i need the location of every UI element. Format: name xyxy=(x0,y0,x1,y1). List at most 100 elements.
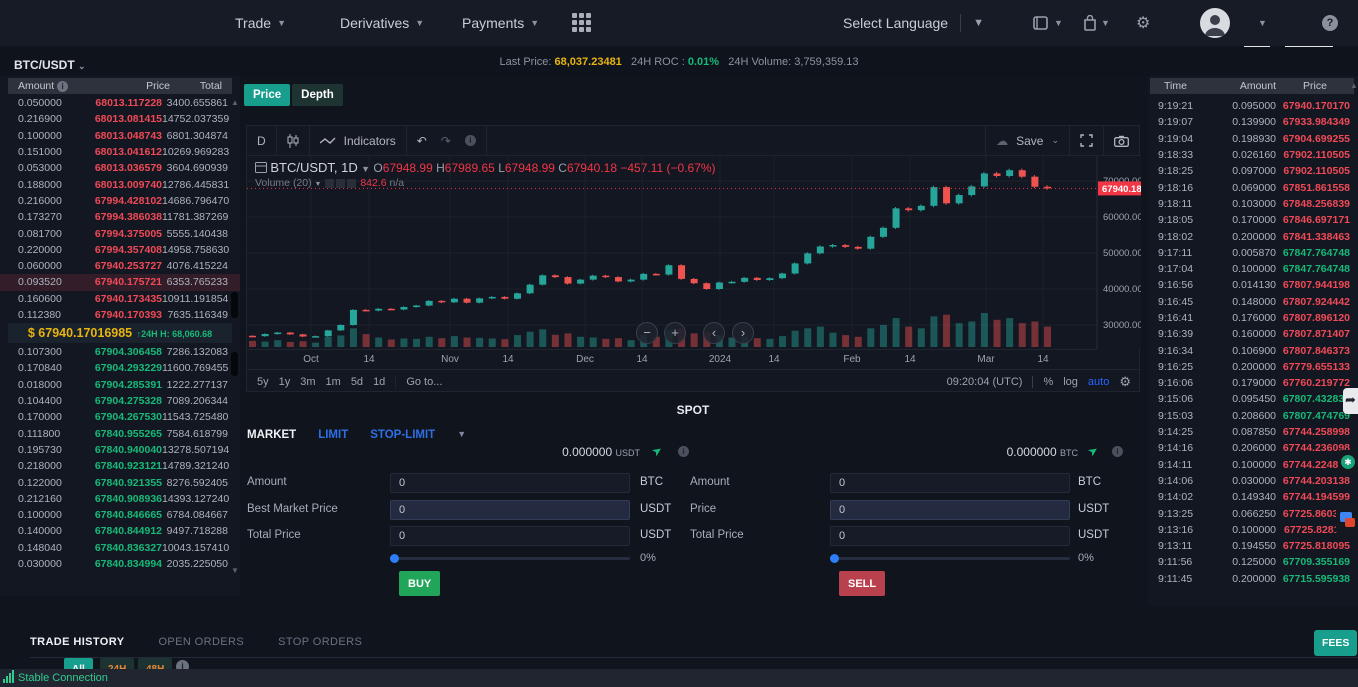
zoom-in-button[interactable]: + xyxy=(664,322,686,344)
auto-scale-button[interactable]: auto xyxy=(1088,376,1109,388)
order-book-row[interactable]: 0.10440067904.2753287089.206344 xyxy=(0,393,240,409)
range-1d-button[interactable]: 1d xyxy=(373,376,385,388)
log-scale-button[interactable]: log xyxy=(1063,376,1078,388)
current-price-banner[interactable]: $ 67940.17016985 ↑24H H: 68,060.68 xyxy=(8,323,232,343)
order-book-row[interactable]: 0.10000068013.0487436801.304874 xyxy=(0,128,240,144)
goto-button[interactable]: Go to... xyxy=(395,376,452,388)
range-5d-button[interactable]: 5d xyxy=(351,376,363,388)
trade-history-row[interactable]: 9:16:250.200000 67779.655133 xyxy=(1150,359,1354,375)
tab-depth[interactable]: Depth xyxy=(292,84,343,106)
order-book-row[interactable]: 0.03000067840.8349942035.225050 xyxy=(0,556,240,572)
scroll-right-button[interactable]: › xyxy=(732,322,754,344)
range-1m-button[interactable]: 1m xyxy=(326,376,341,388)
trade-history-row[interactable]: 9:14:110.100000 67744.224817 xyxy=(1150,457,1354,473)
nav-menu-derivatives[interactable]: Derivatives ▼ xyxy=(340,0,424,46)
trade-history-row[interactable]: 9:16:560.014130 67807.944198 xyxy=(1150,277,1354,293)
trade-history-row[interactable]: 9:17:110.005870 67847.764748 xyxy=(1150,245,1354,261)
info-icon[interactable]: i xyxy=(678,446,689,457)
redo-icon[interactable]: ↷ xyxy=(441,134,451,148)
price-input[interactable] xyxy=(830,500,1070,520)
clock[interactable]: 09:20:04 (UTC) xyxy=(947,376,1023,388)
trade-history-row[interactable]: 9:11:560.125000 67709.355169 xyxy=(1150,554,1354,570)
trade-history-row[interactable]: 9:11:450.200000 67715.595938 xyxy=(1150,571,1354,587)
trade-history-row[interactable]: 9:19:210.095000 67940.170170 xyxy=(1150,98,1354,114)
orders-menu[interactable]: ▼ xyxy=(1083,0,1110,46)
tab-stop-limit[interactable]: STOP-LIMIT xyxy=(370,429,435,441)
trade-history-row[interactable]: 9:18:020.200000 67841.338463 xyxy=(1150,228,1354,244)
trade-history-row[interactable]: 9:14:060.030000 67744.203138 xyxy=(1150,473,1354,489)
trade-history-row[interactable]: 9:13:160.100000 67725.828111 xyxy=(1150,522,1354,538)
order-book-row[interactable]: 0.10000067840.8466656784.084667 xyxy=(0,507,240,523)
chart-canvas[interactable]: 70000.0060000.0050000.0040000.0030000.00… xyxy=(247,156,1141,349)
nav-menu-trade[interactable]: Trade ▼ xyxy=(235,0,286,46)
candle-style-button[interactable] xyxy=(277,126,310,155)
order-book-row[interactable]: 0.09352067940.1757216353.765233 xyxy=(0,274,240,290)
avatar[interactable] xyxy=(1200,8,1230,38)
range-3m-button[interactable]: 3m xyxy=(300,376,315,388)
order-book-row[interactable]: 0.19573067840.94004013278.507194 xyxy=(0,442,240,458)
order-book-row[interactable]: 0.18800068013.00974012786.445831 xyxy=(0,176,240,192)
order-book-row[interactable]: 0.22000067994.35740814958.758630 xyxy=(0,242,240,258)
sell-button[interactable]: SELL xyxy=(839,571,885,596)
gear-icon[interactable]: ⚙ xyxy=(1119,374,1131,390)
tab-price[interactable]: Price xyxy=(244,84,290,106)
percent-slider[interactable] xyxy=(830,553,1070,563)
assistant-widget[interactable]: ✱ xyxy=(1338,450,1358,473)
scroll-left-button[interactable]: ‹ xyxy=(703,322,725,344)
order-book-row[interactable]: 0.10730067904.3064587286.132083 xyxy=(0,344,240,360)
order-book-row[interactable]: 0.05000068013.1172283400.655861 xyxy=(0,95,240,111)
order-book-row[interactable]: 0.14804067840.83632710043.157410 xyxy=(0,540,240,556)
tab-trade-history[interactable]: TRADE HISTORY xyxy=(30,636,124,648)
chat-widget[interactable] xyxy=(1336,505,1358,535)
order-book-row[interactable]: 0.16060067940.17343510911.191854 xyxy=(0,291,240,307)
trade-history-row[interactable]: 9:16:390.160000 67807.871407 xyxy=(1150,326,1354,342)
trade-history-row[interactable]: 9:14:160.206000 67744.236098 xyxy=(1150,440,1354,456)
info-icon[interactable]: i xyxy=(465,135,476,146)
trade-history-row[interactable]: 9:16:060.179000 67760.219772 xyxy=(1150,375,1354,391)
tab-market[interactable]: MARKET xyxy=(247,429,296,441)
total-price-input[interactable] xyxy=(390,526,630,546)
order-book-row[interactable]: 0.17084067904.29322911600.769455 xyxy=(0,360,240,376)
snapshot-button[interactable] xyxy=(1103,126,1139,155)
language-selector[interactable]: Select Language ▼ xyxy=(843,0,984,46)
indicators-button[interactable]: Indicators xyxy=(310,126,407,155)
fullscreen-button[interactable] xyxy=(1069,126,1103,155)
order-book-row[interactable]: 0.14000067840.8449129497.718288 xyxy=(0,523,240,539)
amount-input[interactable] xyxy=(830,473,1070,493)
order-book-row[interactable]: 0.21600067994.42810214686.796470 xyxy=(0,193,240,209)
fees-button[interactable]: FEES xyxy=(1314,630,1357,656)
trade-history-row[interactable]: 9:14:020.149340 67744.194599 xyxy=(1150,489,1354,505)
trade-history-row[interactable]: 9:19:040.198930 67904.699255 xyxy=(1150,131,1354,147)
nav-menu-payments[interactable]: Payments ▼ xyxy=(462,0,539,46)
trade-history-row[interactable]: 9:14:250.087850 67744.258998 xyxy=(1150,424,1354,440)
order-book-row[interactable]: 0.21800067840.92312114789.321240 xyxy=(0,458,240,474)
buy-button[interactable]: BUY xyxy=(399,571,440,596)
trade-history-row[interactable]: 9:18:160.069000 67851.861558 xyxy=(1150,179,1354,195)
order-book-row[interactable]: 0.08170067994.3750055555.140438 xyxy=(0,225,240,241)
save-layout-button[interactable]: ☁ Save ⌄ xyxy=(985,126,1069,155)
tab-limit[interactable]: LIMIT xyxy=(318,429,348,441)
scroll-up-icon[interactable]: ▲ xyxy=(231,98,239,107)
slider-handle[interactable] xyxy=(830,554,839,563)
percent-slider[interactable] xyxy=(390,553,630,563)
info-icon[interactable]: i xyxy=(1112,446,1123,457)
range-5y-button[interactable]: 5y xyxy=(257,376,269,388)
percent-scale-button[interactable]: % xyxy=(1043,376,1053,388)
help-icon[interactable]: ? xyxy=(1322,15,1338,31)
tab-stop-orders[interactable]: STOP ORDERS xyxy=(278,636,362,648)
trade-history-row[interactable]: 9:15:030.208600 67807.474769 xyxy=(1150,408,1354,424)
profile-dropdown[interactable]: ▼ xyxy=(1258,0,1267,46)
trade-history-row[interactable]: 9:18:110.103000 67848.256839 xyxy=(1150,196,1354,212)
trade-history-row[interactable]: 9:18:330.026160 67902.110505 xyxy=(1150,147,1354,163)
slider-handle[interactable] xyxy=(390,554,399,563)
order-book-row[interactable]: 0.17327067994.38603811781.387269 xyxy=(0,209,240,225)
trade-history-row[interactable]: 9:19:070.139900 67933.984349 xyxy=(1150,114,1354,130)
trade-history-row[interactable]: 9:13:250.066250 67725.860361 xyxy=(1150,505,1354,521)
order-book-row[interactable]: 0.11238067940.1703937635.116349 xyxy=(0,307,240,323)
scrollbar-thumb[interactable] xyxy=(231,352,238,376)
apps-grid-icon[interactable] xyxy=(572,13,594,33)
time-axis[interactable]: Oct14Nov14Dec14202414Feb14Mar14 xyxy=(247,349,1097,369)
scroll-up-icon[interactable]: ▲ xyxy=(1350,81,1358,90)
total-price-input[interactable] xyxy=(830,526,1070,546)
order-book-row[interactable]: 0.12200067840.9213558276.592405 xyxy=(0,474,240,490)
